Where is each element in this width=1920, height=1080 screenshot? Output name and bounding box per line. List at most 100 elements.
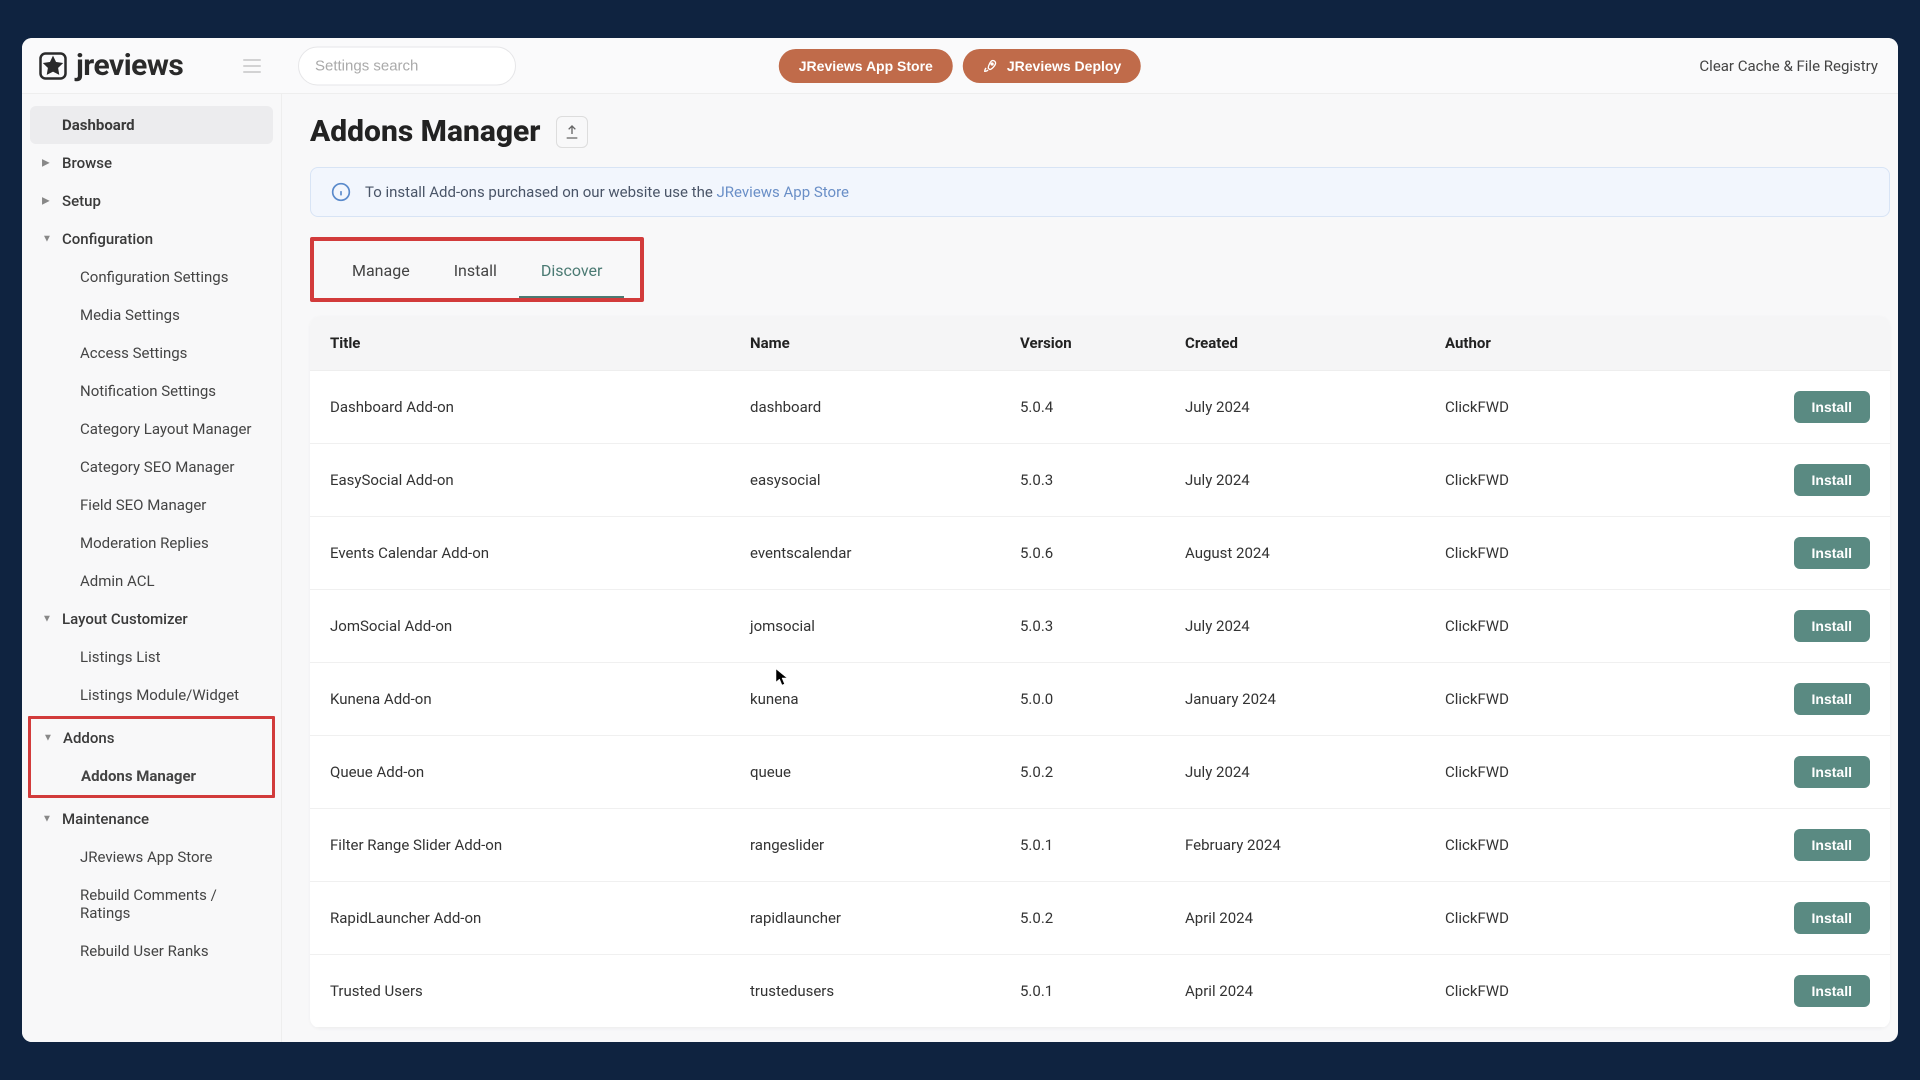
chevron-down-icon <box>43 733 53 744</box>
body: Dashboard Browse Setup Configuration Con… <box>22 94 1898 1042</box>
th-created: Created <box>1185 334 1445 352</box>
cell-author: ClickFWD <box>1445 836 1665 854</box>
install-button[interactable]: Install <box>1794 902 1870 934</box>
brand-logo[interactable]: jreviews <box>38 48 183 83</box>
sidebar-item-maintenance[interactable]: Maintenance <box>30 800 273 838</box>
sidebar-item-addons[interactable]: Addons <box>31 719 272 757</box>
upload-button[interactable] <box>556 116 588 148</box>
table-row: Queue Add-on queue 5.0.2 July 2024 Click… <box>310 736 1890 809</box>
sidebar-item-rebuild-user-ranks[interactable]: Rebuild User Ranks <box>30 932 273 970</box>
tab-manage[interactable]: Manage <box>330 251 432 298</box>
sidebar-item-category-layout-manager[interactable]: Category Layout Manager <box>30 410 273 448</box>
cell-author: ClickFWD <box>1445 690 1665 708</box>
install-button[interactable]: Install <box>1794 537 1870 569</box>
sidebar-item-admin-acl[interactable]: Admin ACL <box>30 562 273 600</box>
sidebar-item-notification-settings[interactable]: Notification Settings <box>30 372 273 410</box>
install-button[interactable]: Install <box>1794 829 1870 861</box>
cell-version: 5.0.1 <box>1020 836 1185 854</box>
sidebar-item-addons-manager[interactable]: Addons Manager <box>31 757 272 795</box>
cell-name: jomsocial <box>750 617 1020 635</box>
tab-install[interactable]: Install <box>432 251 519 298</box>
highlight-addons-box: Addons Addons Manager <box>28 716 275 798</box>
cell-action: Install <box>1665 391 1870 423</box>
chevron-right-icon <box>42 158 50 169</box>
hamburger-icon[interactable] <box>243 59 261 73</box>
sidebar-item-moderation-replies[interactable]: Moderation Replies <box>30 524 273 562</box>
cell-name: trustedusers <box>750 982 1020 1000</box>
cell-version: 5.0.3 <box>1020 617 1185 635</box>
deploy-button[interactable]: JReviews Deploy <box>963 49 1141 83</box>
sidebar: Dashboard Browse Setup Configuration Con… <box>22 94 282 1042</box>
sidebar-item-listings-list[interactable]: Listings List <box>30 638 273 676</box>
chevron-down-icon <box>42 814 52 825</box>
sidebar-item-field-seo-manager[interactable]: Field SEO Manager <box>30 486 273 524</box>
addons-table: Title Name Version Created Author Dashbo… <box>310 316 1890 1028</box>
app-store-label: JReviews App Store <box>799 58 933 74</box>
table-row: RapidLauncher Add-on rapidlauncher 5.0.2… <box>310 882 1890 955</box>
table-row: JomSocial Add-on jomsocial 5.0.3 July 20… <box>310 590 1890 663</box>
th-name: Name <box>750 334 1020 352</box>
cell-version: 5.0.0 <box>1020 690 1185 708</box>
app-window: jreviews JReviews App Store JReviews Dep… <box>22 38 1898 1042</box>
install-button[interactable]: Install <box>1794 464 1870 496</box>
rocket-icon <box>983 58 999 74</box>
cell-author: ClickFWD <box>1445 763 1665 781</box>
cell-action: Install <box>1665 975 1870 1007</box>
info-banner: To install Add-ons purchased on our webs… <box>310 167 1890 217</box>
cell-version: 5.0.2 <box>1020 909 1185 927</box>
search-box <box>298 46 516 85</box>
cell-author: ClickFWD <box>1445 544 1665 562</box>
clear-cache-link[interactable]: Clear Cache & File Registry <box>1699 57 1878 75</box>
install-button[interactable]: Install <box>1794 391 1870 423</box>
sidebar-item-setup[interactable]: Setup <box>30 182 273 220</box>
install-button[interactable]: Install <box>1794 756 1870 788</box>
topbar-center: JReviews App Store JReviews Deploy <box>779 49 1141 83</box>
cell-author: ClickFWD <box>1445 909 1665 927</box>
install-button[interactable]: Install <box>1794 683 1870 715</box>
cell-version: 5.0.1 <box>1020 982 1185 1000</box>
sidebar-item-media-settings[interactable]: Media Settings <box>30 296 273 334</box>
sidebar-item-category-seo-manager[interactable]: Category SEO Manager <box>30 448 273 486</box>
info-icon <box>331 182 351 202</box>
chevron-down-icon <box>42 614 52 625</box>
sidebar-item-configuration[interactable]: Configuration <box>30 220 273 258</box>
app-store-button[interactable]: JReviews App Store <box>779 49 953 83</box>
cell-version: 5.0.6 <box>1020 544 1185 562</box>
table-row: EasySocial Add-on easysocial 5.0.3 July … <box>310 444 1890 517</box>
sidebar-item-configuration-settings[interactable]: Configuration Settings <box>30 258 273 296</box>
sidebar-item-layout-customizer[interactable]: Layout Customizer <box>30 600 273 638</box>
tab-discover[interactable]: Discover <box>519 251 625 298</box>
cell-created: April 2024 <box>1185 909 1445 927</box>
cell-name: easysocial <box>750 471 1020 489</box>
cell-title: Dashboard Add-on <box>330 398 750 416</box>
info-text: To install Add-ons purchased on our webs… <box>365 183 849 201</box>
cell-version: 5.0.4 <box>1020 398 1185 416</box>
cell-name: queue <box>750 763 1020 781</box>
sidebar-item-listings-module-widget[interactable]: Listings Module/Widget <box>30 676 273 714</box>
cell-action: Install <box>1665 683 1870 715</box>
install-button[interactable]: Install <box>1794 610 1870 642</box>
sidebar-item-dashboard[interactable]: Dashboard <box>30 106 273 144</box>
cell-name: eventscalendar <box>750 544 1020 562</box>
cell-version: 5.0.3 <box>1020 471 1185 489</box>
cell-title: Trusted Users <box>330 982 750 1000</box>
page-title: Addons Manager <box>310 114 540 149</box>
cell-action: Install <box>1665 464 1870 496</box>
sidebar-item-browse[interactable]: Browse <box>30 144 273 182</box>
sidebar-item-access-settings[interactable]: Access Settings <box>30 334 273 372</box>
chevron-down-icon <box>42 234 52 245</box>
cell-created: July 2024 <box>1185 617 1445 635</box>
sidebar-item-rebuild-comments-ratings[interactable]: Rebuild Comments / Ratings <box>30 876 273 932</box>
cell-created: February 2024 <box>1185 836 1445 854</box>
table-row: Events Calendar Add-on eventscalendar 5.… <box>310 517 1890 590</box>
cell-action: Install <box>1665 902 1870 934</box>
info-banner-link[interactable]: JReviews App Store <box>717 183 849 201</box>
th-action <box>1665 334 1870 352</box>
chevron-right-icon <box>42 196 50 207</box>
search-input[interactable] <box>298 46 516 85</box>
cell-name: rangeslider <box>750 836 1020 854</box>
install-button[interactable]: Install <box>1794 975 1870 1007</box>
th-title: Title <box>330 334 750 352</box>
cell-author: ClickFWD <box>1445 471 1665 489</box>
sidebar-item-jreviews-app-store[interactable]: JReviews App Store <box>30 838 273 876</box>
